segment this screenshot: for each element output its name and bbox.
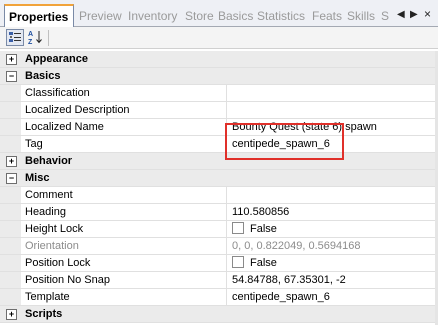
property-name: Classification [22, 85, 227, 101]
checkbox-value-label: False [250, 223, 277, 235]
tab-properties[interactable]: Properties [4, 4, 74, 28]
svg-text:Z: Z [28, 39, 33, 45]
property-name: Height Lock [22, 221, 227, 237]
property-row-height-lock[interactable]: Height Lock False [0, 221, 435, 238]
position-lock-checkbox[interactable] [232, 256, 244, 268]
tab-bar: Properties Preview Inventory Store Basic… [0, 0, 438, 28]
property-row-classification[interactable]: Classification [0, 85, 435, 102]
tab-s[interactable]: S [379, 8, 391, 27]
expand-icon[interactable]: + [6, 156, 17, 167]
property-name: Position No Snap [22, 272, 227, 288]
category-scripts[interactable]: + Scripts [0, 306, 435, 323]
property-value: False [229, 255, 435, 271]
property-name: Orientation [22, 238, 227, 254]
category-behavior[interactable]: + Behavior [0, 153, 435, 170]
property-row-comment[interactable]: Comment [0, 187, 435, 204]
collapse-icon[interactable]: − [6, 71, 17, 82]
tab-basics[interactable]: Basics [216, 8, 255, 27]
category-label: Scripts [25, 308, 63, 320]
tab-store[interactable]: Store [183, 8, 216, 27]
property-row-orientation[interactable]: Orientation 0, 0, 0.822049, 0.5694168 [0, 238, 435, 255]
property-row-position-lock[interactable]: Position Lock False [0, 255, 435, 272]
tab-preview[interactable]: Preview [77, 8, 124, 27]
tab-skills[interactable]: Skills [345, 8, 377, 27]
property-value[interactable] [229, 85, 435, 101]
expand-icon[interactable]: + [6, 309, 17, 320]
category-basics[interactable]: − Basics [0, 68, 435, 85]
category-label: Behavior [25, 155, 73, 167]
alphabetical-sort-icon: A Z [28, 31, 42, 46]
property-row-localized-name[interactable]: Localized Name Bounty Quest (state 6) sp… [0, 119, 435, 136]
tab-scroll-right-icon[interactable]: ▶ [410, 9, 418, 20]
expand-icon[interactable]: + [6, 54, 17, 65]
property-value: False [229, 221, 435, 237]
alphabetical-sort-button[interactable]: A Z [27, 29, 45, 46]
categorized-view-button[interactable] [6, 29, 24, 46]
close-icon[interactable]: × [424, 7, 431, 21]
property-value[interactable]: 110.580856 [229, 204, 435, 220]
property-value[interactable]: centipede_spawn_6 [229, 289, 435, 305]
collapse-icon[interactable]: − [6, 173, 17, 184]
category-misc[interactable]: − Misc [0, 170, 435, 187]
property-name: Comment [22, 187, 227, 203]
checkbox-value-label: False [250, 257, 277, 269]
property-name: Heading [22, 204, 227, 220]
property-name: Template [22, 289, 227, 305]
property-name: Tag [22, 136, 227, 152]
toolbar-separator [48, 30, 49, 46]
property-name: Localized Name [22, 119, 227, 135]
categorized-view-icon [9, 32, 21, 42]
tab-statistics[interactable]: Statistics [255, 8, 307, 27]
property-row-localized-description[interactable]: Localized Description [0, 102, 435, 119]
property-grid-toolbar: A Z [0, 27, 438, 49]
property-row-tag[interactable]: Tag centipede_spawn_6 [0, 136, 435, 153]
category-label: Misc [25, 172, 50, 184]
height-lock-checkbox[interactable] [232, 222, 244, 234]
category-appearance[interactable]: + Appearance [0, 51, 435, 68]
tab-feats[interactable]: Feats [310, 8, 344, 27]
property-row-template[interactable]: Template centipede_spawn_6 [0, 289, 435, 306]
tab-inventory[interactable]: Inventory [126, 8, 179, 27]
category-label: Basics [25, 70, 61, 82]
property-value[interactable] [229, 102, 435, 118]
property-value[interactable] [229, 187, 435, 203]
category-label: Appearance [25, 53, 88, 65]
highlight-annotation-box [225, 123, 344, 160]
property-row-position-no-snap[interactable]: Position No Snap 54.84788, 67.35301, -2 [0, 272, 435, 289]
property-name: Localized Description [22, 102, 227, 118]
property-value: 0, 0, 0.822049, 0.5694168 [232, 240, 361, 252]
svg-text:A: A [28, 31, 33, 38]
property-name: Position Lock [22, 255, 227, 271]
tab-scroll-left-icon[interactable]: ◀ [397, 9, 405, 20]
property-row-heading[interactable]: Heading 110.580856 [0, 204, 435, 221]
property-value[interactable]: 54.84788, 67.35301, -2 [229, 272, 435, 288]
property-grid: + Appearance − Basics Classification Loc… [0, 51, 435, 323]
